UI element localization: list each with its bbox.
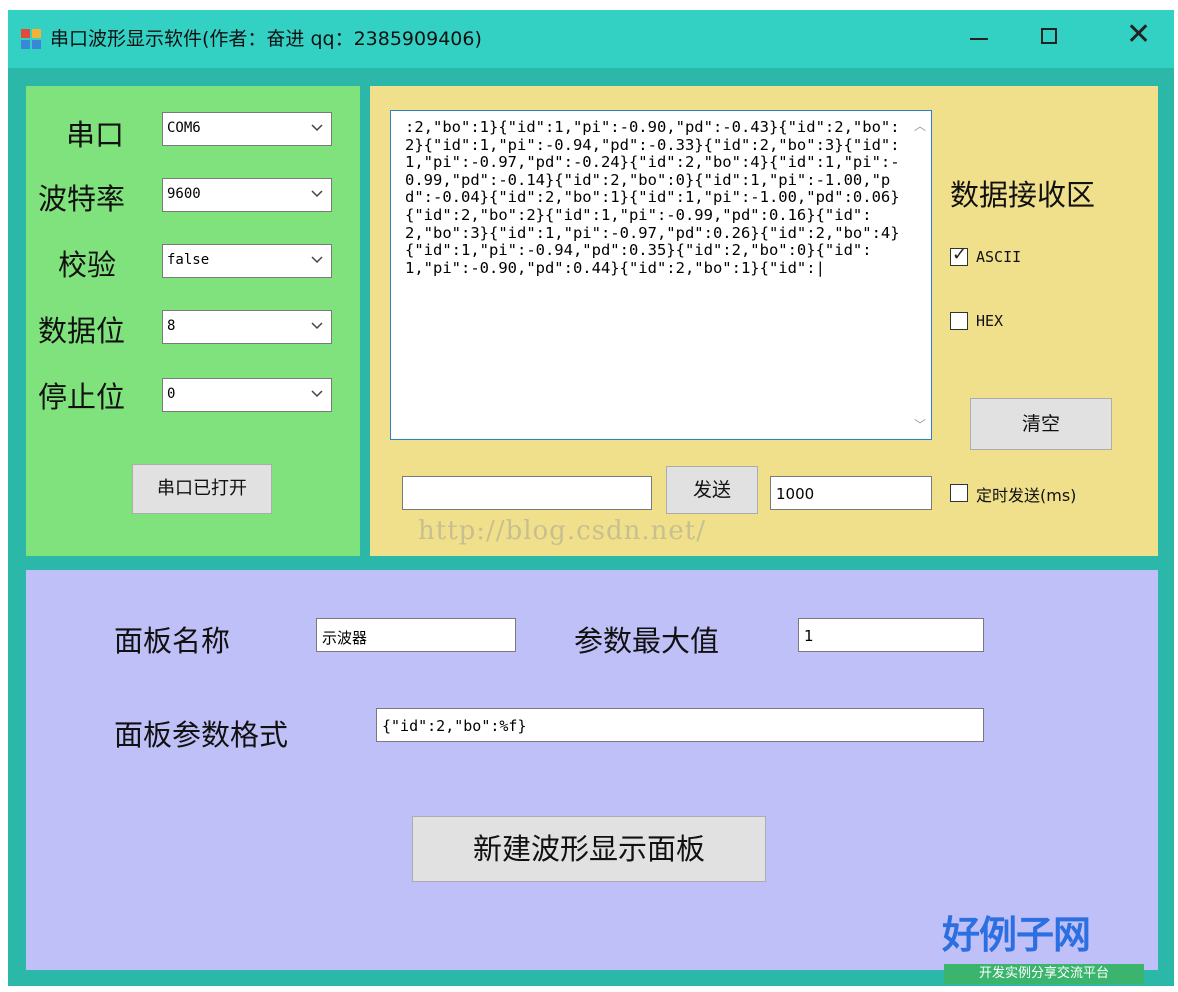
- site-logo: 好例子网 开发实例分享交流平台: [940, 904, 1154, 992]
- parity-value: false: [167, 252, 210, 268]
- stopbits-label: 停止位: [38, 380, 126, 414]
- maximize-icon: [1041, 28, 1057, 44]
- param-format-value: {"id":2,"bo":%f}: [382, 717, 527, 735]
- receive-area-label: 数据接收区: [950, 178, 1096, 212]
- create-waveform-panel-button[interactable]: 新建波形显示面板: [412, 816, 766, 882]
- baud-label: 波特率: [38, 182, 126, 216]
- receive-textarea[interactable]: :2,"bo":1}{"id":1,"pi":-0.90,"pd":-0.43}…: [390, 110, 932, 440]
- serial-settings-panel: 串口 COM6 波特率 9600 校验 false 数据位 8 停止位 0 串口…: [26, 86, 360, 556]
- max-value-label: 参数最大值: [574, 624, 720, 658]
- chevron-down-icon: [311, 190, 323, 198]
- close-button[interactable]: ✕: [1108, 14, 1168, 60]
- chevron-down-icon: [311, 124, 323, 132]
- param-format-input[interactable]: {"id":2,"bo":%f}: [376, 708, 984, 742]
- stopbits-value: 0: [167, 386, 176, 402]
- app-window-icon: [21, 29, 41, 49]
- chevron-down-icon: [311, 322, 323, 330]
- databits-select[interactable]: 8: [162, 310, 332, 344]
- close-icon: ✕: [1126, 17, 1152, 52]
- maximize-button[interactable]: [1018, 14, 1078, 60]
- scroll-up-icon: ︿: [914, 119, 927, 133]
- clear-button[interactable]: 清空: [970, 398, 1112, 450]
- app-window: 串口波形显示软件(作者：奋进 qq：2385909406) ✕ 串口 COM6 …: [8, 10, 1174, 986]
- panel-name-label: 面板名称: [114, 624, 231, 658]
- parity-label: 校验: [58, 248, 117, 282]
- baud-select[interactable]: 9600: [162, 178, 332, 212]
- chevron-down-icon: [311, 390, 323, 398]
- receive-panel: :2,"bo":1}{"id":1,"pi":-0.90,"pd":-0.43}…: [370, 86, 1158, 556]
- chevron-down-icon: [311, 256, 323, 264]
- stopbits-select[interactable]: 0: [162, 378, 332, 412]
- databits-label: 数据位: [38, 314, 126, 348]
- max-value-value: 1: [804, 627, 814, 645]
- minimize-button[interactable]: [948, 14, 1008, 60]
- ascii-label: ASCII: [976, 248, 1022, 266]
- panel-name-input[interactable]: 示波器: [316, 618, 516, 652]
- hex-checkbox[interactable]: [950, 312, 968, 330]
- scroll-down-icon: ﹀: [914, 418, 927, 432]
- hex-label: HEX: [976, 312, 1004, 330]
- timed-send-label: 定时发送(ms): [976, 486, 1077, 505]
- timed-send-checkbox[interactable]: [950, 484, 968, 502]
- databits-value: 8: [167, 318, 176, 334]
- receive-text: :2,"bo":1}{"id":1,"pi":-0.90,"pd":-0.43}…: [405, 119, 900, 277]
- title-bar[interactable]: 串口波形显示软件(作者：奋进 qq：2385909406) ✕: [8, 10, 1174, 68]
- port-label: 串口: [66, 118, 125, 152]
- interval-input[interactable]: 1000: [770, 476, 932, 510]
- send-button[interactable]: 发送: [666, 466, 758, 514]
- logo-sub-text: 开发实例分享交流平台: [944, 964, 1144, 984]
- param-format-label: 面板参数格式: [114, 718, 289, 752]
- max-value-input[interactable]: 1: [798, 618, 984, 652]
- port-select[interactable]: COM6: [162, 112, 332, 146]
- interval-value: 1000: [776, 485, 815, 503]
- receive-scrollbar[interactable]: ︿ ﹀: [909, 113, 929, 437]
- send-input[interactable]: [402, 476, 652, 510]
- logo-main-text: 好例子网: [942, 913, 1091, 957]
- open-port-button[interactable]: 串口已打开: [132, 464, 272, 514]
- panel-name-value: 示波器: [322, 629, 368, 647]
- baud-value: 9600: [167, 186, 201, 202]
- minimize-icon: [970, 38, 988, 40]
- checkmark-icon: ✓: [952, 244, 968, 265]
- parity-select[interactable]: false: [162, 244, 332, 278]
- watermark-url: http://blog.csdn.net/: [418, 516, 706, 546]
- ascii-checkbox[interactable]: ✓: [950, 244, 968, 266]
- port-value: COM6: [167, 120, 201, 136]
- window-title: 串口波形显示软件(作者：奋进 qq：2385909406): [50, 28, 482, 50]
